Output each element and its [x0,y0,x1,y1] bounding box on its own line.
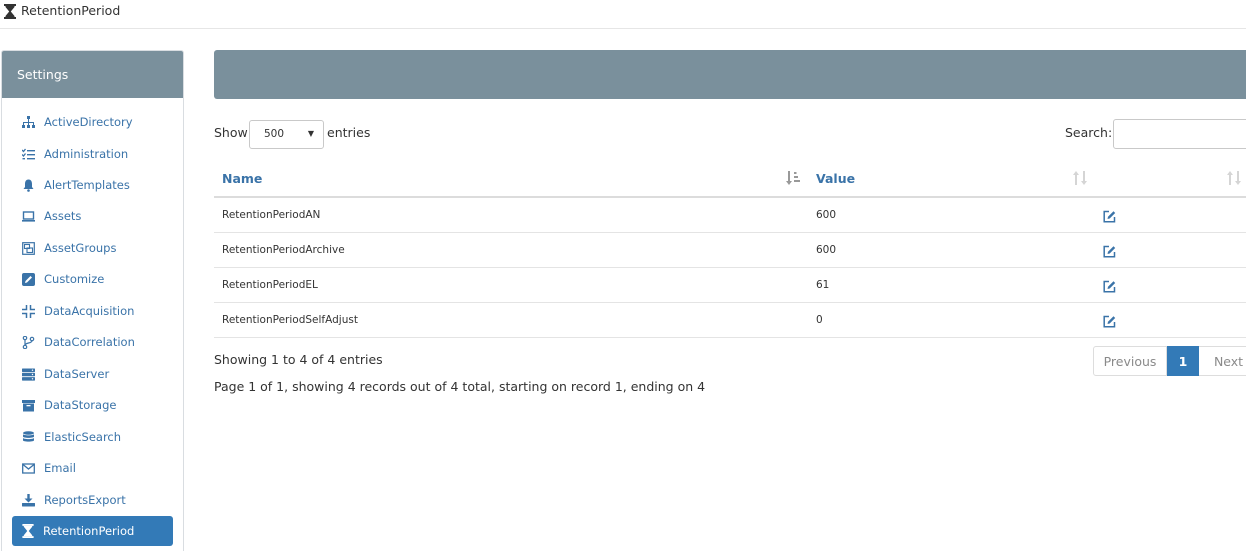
sidebar-item-label: Customize [44,272,105,286]
code-branch-icon [22,335,35,349]
sidebar-item-activedirectory[interactable]: ActiveDirectory [12,107,173,137]
cell-value: 600 [816,209,837,221]
edit-icon[interactable] [1103,315,1116,328]
pagination: Previous 1 Next [1093,346,1246,376]
sidebar-item-label: ActiveDirectory [44,115,133,129]
sidebar-item-assetgroups[interactable]: AssetGroups [12,233,173,263]
compress-icon [22,304,35,318]
sidebar-item-retentionperiod[interactable]: RetentionPeriod [12,516,173,546]
sidebar-item-assets[interactable]: Assets [12,201,173,231]
cell-name: RetentionPeriodAN [222,209,321,221]
sidebar-item-alerttemplates[interactable]: AlertTemplates [12,170,173,200]
next-button[interactable]: Next [1199,346,1246,376]
server-icon [22,368,35,381]
search-input[interactable] [1113,119,1246,149]
edit-square-icon [22,272,35,286]
bell-icon [23,179,34,192]
sidebar-item-label: RetentionPeriod [43,524,135,538]
cell-name: RetentionPeriodArchive [222,244,345,256]
show-label: Show [214,125,248,140]
page-size-select[interactable]: 500 ▼ [249,120,324,149]
sort-icon[interactable] [1073,170,1087,186]
cell-value: 600 [816,244,837,256]
content-panel-header [214,50,1246,99]
sidebar-item-datastorage[interactable]: DataStorage [12,390,173,420]
sidebar-item-label: Administration [44,147,129,161]
column-header-name[interactable]: Name [222,171,262,186]
sidebar-item-dataserver[interactable]: DataServer [12,359,173,389]
cell-value: 61 [816,279,830,291]
top-bar: RetentionPeriod [0,0,1246,29]
table-row: RetentionPeriodAN 600 [214,198,1246,233]
sitemap-icon [22,115,35,128]
envelope-icon [22,462,35,474]
hourglass-icon [4,4,16,19]
sidebar-item-dataacquisition[interactable]: DataAcquisition [12,296,173,326]
page-size-value: 500 [264,128,285,140]
archive-icon [22,399,35,411]
object-group-icon [22,241,35,255]
sort-icon[interactable] [1227,170,1241,186]
table-row: RetentionPeriodSelfAdjust 0 [214,303,1246,338]
sidebar-item-label: AlertTemplates [44,178,130,192]
tasks-list-icon [22,148,35,159]
caret-down-icon: ▼ [307,129,314,138]
cell-name: RetentionPeriodSelfAdjust [222,314,358,326]
laptop-icon [22,210,35,222]
settings-sidebar: Settings ActiveDirectory Administration … [1,50,184,551]
table-row: RetentionPeriodArchive 600 [214,233,1246,268]
sidebar-item-elasticsearch[interactable]: ElasticSearch [12,422,173,452]
cell-value: 0 [816,314,823,326]
page-info: Page 1 of 1, showing 4 records out of 4 … [214,379,706,394]
page-1-button[interactable]: 1 [1167,346,1199,376]
page-title: RetentionPeriod [21,3,121,18]
sidebar-item-label: DataAcquisition [44,304,135,318]
column-header-value[interactable]: Value [816,171,855,186]
cell-name: RetentionPeriodEL [222,279,318,291]
sidebar-item-label: ElasticSearch [44,430,122,444]
sidebar-item-label: AssetGroups [44,241,117,255]
database-icon [23,430,34,442]
sidebar-item-label: Assets [44,209,82,223]
edit-icon[interactable] [1103,280,1116,293]
download-icon [22,493,35,506]
sidebar-item-label: DataStorage [44,398,117,412]
sidebar-item-customize[interactable]: Customize [12,264,173,294]
sidebar-item-datacorrelation[interactable]: DataCorrelation [12,327,173,357]
sidebar-title: Settings [2,51,183,98]
table-info: Showing 1 to 4 of 4 entries [214,352,383,367]
sidebar-item-label: DataServer [44,367,110,381]
sidebar-item-label: DataCorrelation [44,335,135,349]
table-header: Name Value [214,160,1246,198]
search-label: Search: [1065,125,1113,140]
sort-amount-down-icon[interactable] [786,170,800,186]
sidebar-item-email[interactable]: Email [12,453,173,483]
hourglass-icon [22,524,34,538]
entries-label: entries [327,125,371,140]
sidebar-item-label: ReportsExport [44,493,126,507]
sidebar-item-administration[interactable]: Administration [12,139,173,169]
table-row: RetentionPeriodEL 61 [214,268,1246,303]
sidebar-item-reportsexport[interactable]: ReportsExport [12,485,173,515]
edit-icon[interactable] [1103,210,1116,223]
previous-button[interactable]: Previous [1093,346,1167,376]
sidebar-item-label: Email [44,461,76,475]
edit-icon[interactable] [1103,245,1116,258]
